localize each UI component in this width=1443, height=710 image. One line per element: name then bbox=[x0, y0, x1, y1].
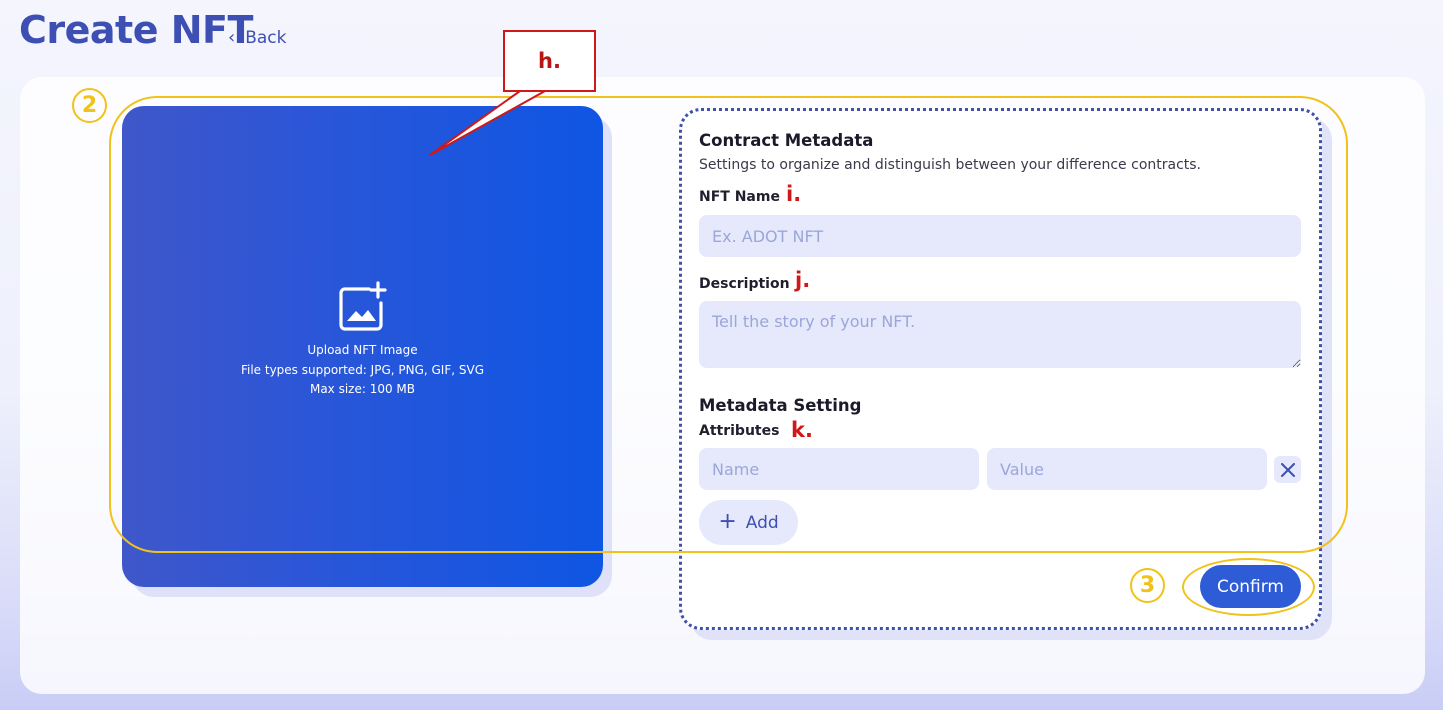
annotation-mark-k: k. bbox=[791, 418, 813, 442]
annotation-step-3: 3 bbox=[1130, 568, 1165, 603]
annotation-mark-j: j. bbox=[795, 268, 811, 292]
back-label: Back bbox=[245, 27, 287, 48]
chevron-left-icon: ‹ bbox=[228, 27, 236, 48]
annotation-step-2: 2 bbox=[72, 88, 107, 123]
annotation-callout-h: h. bbox=[503, 30, 596, 92]
annotation-confirm-ring bbox=[1182, 558, 1315, 616]
annotation-highlight-ring bbox=[109, 96, 1348, 553]
page-title: Create NFT bbox=[19, 8, 253, 52]
annotation-mark-i: i. bbox=[786, 182, 802, 206]
back-link[interactable]: ‹ Back bbox=[228, 27, 286, 48]
